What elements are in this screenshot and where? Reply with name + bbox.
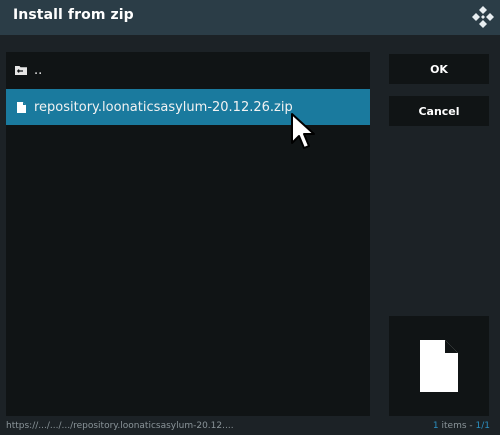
file-preview-thumbnail — [389, 316, 489, 416]
list-item-parent-folder[interactable]: .. — [6, 52, 370, 88]
kodi-logo-icon — [472, 6, 494, 28]
file-large-icon — [420, 340, 458, 392]
title-bar: Install from zip file — [0, 0, 500, 35]
mouse-pointer-icon — [291, 113, 315, 149]
file-list: .. repository.loonaticsasylum-20.12.26.z… — [6, 52, 370, 416]
file-icon — [8, 101, 34, 113]
list-item-label: repository.loonaticsasylum-20.12.26.zip — [34, 99, 293, 115]
page-indicator: 1/1 — [475, 421, 490, 431]
item-count-number: 1 — [432, 421, 439, 431]
dialog-title: Install from zip file — [13, 7, 139, 23]
status-path: https://.../.../.../repository.loonatics… — [6, 421, 234, 431]
item-count-text: items - — [441, 421, 476, 431]
item-count: 1 items - 1/1 — [433, 421, 490, 431]
ok-button[interactable]: OK — [389, 54, 489, 84]
list-item-label: .. — [34, 62, 43, 78]
cancel-button[interactable]: Cancel — [389, 96, 489, 126]
folder-up-icon — [8, 65, 34, 75]
